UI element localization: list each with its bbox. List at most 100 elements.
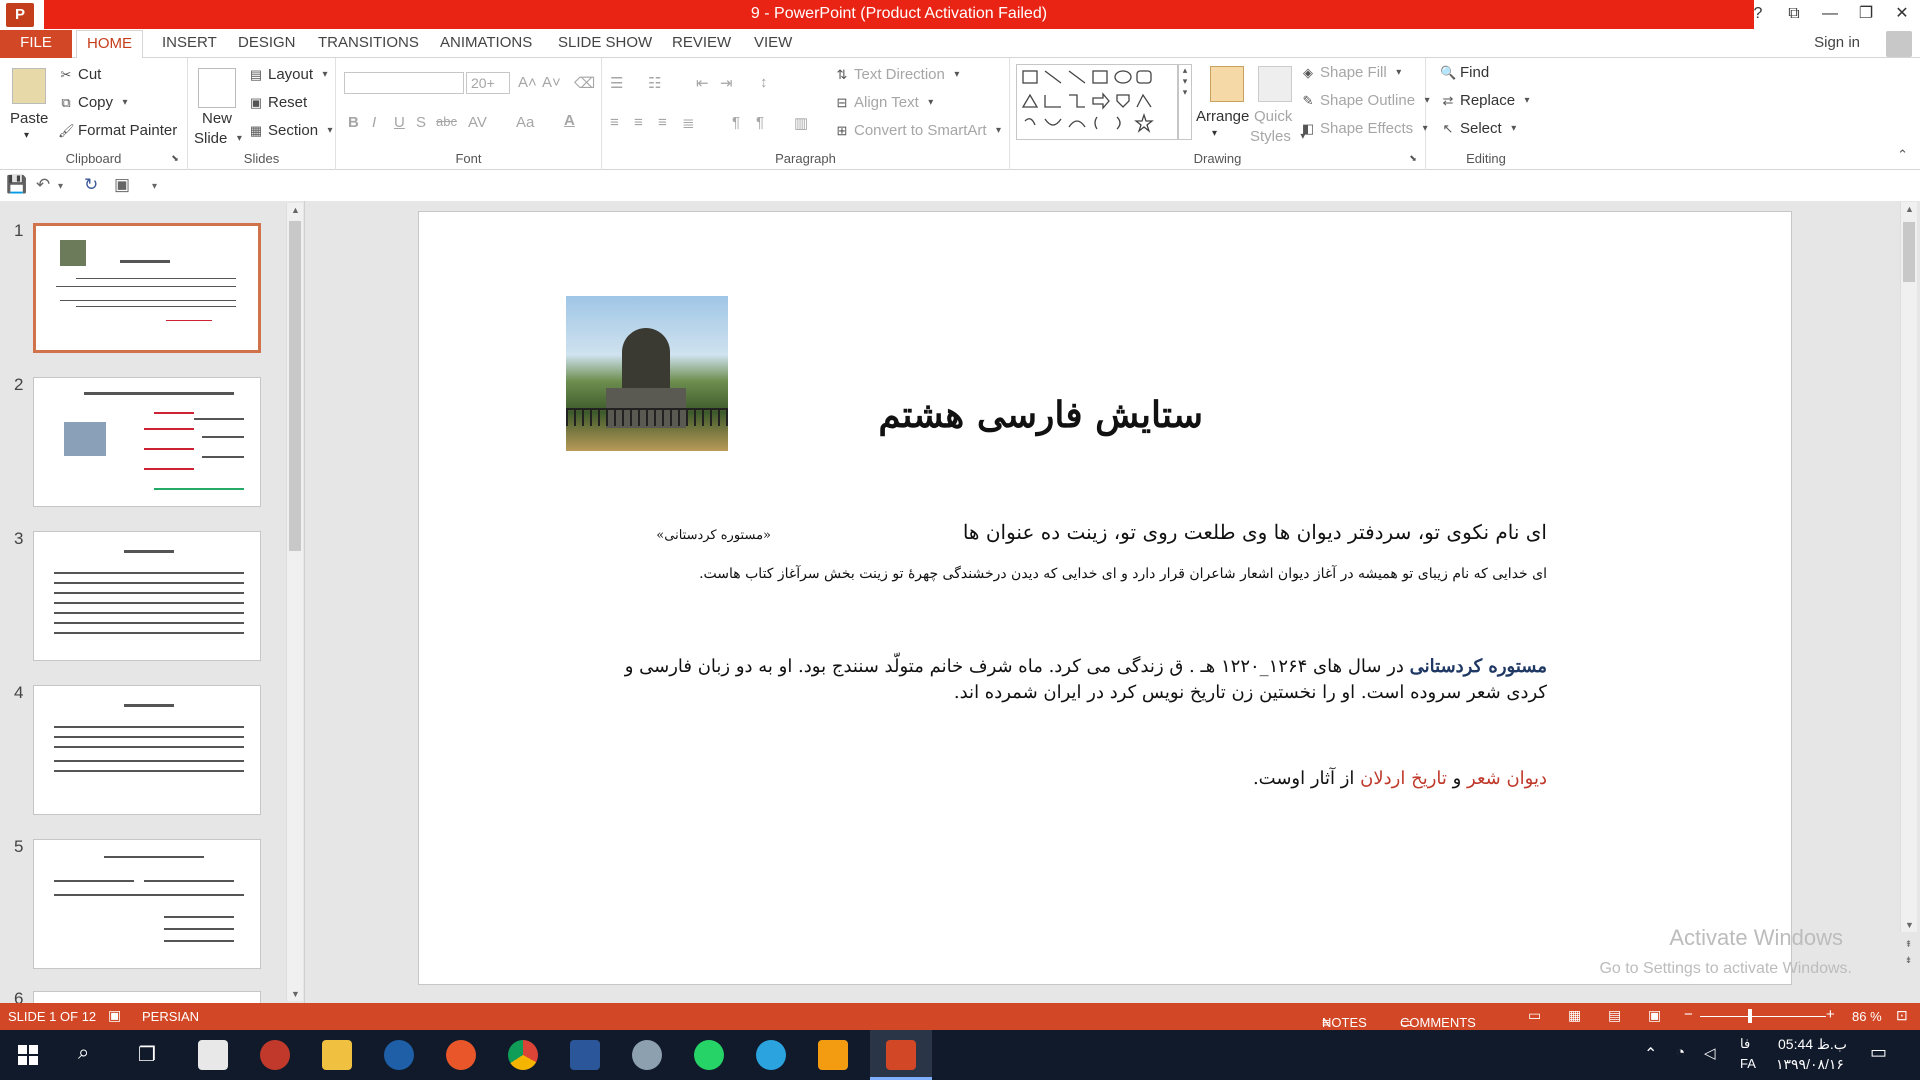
slide-thumbnail-6[interactable] <box>33 991 261 1003</box>
telegram-icon[interactable] <box>756 1040 786 1070</box>
spell-check-icon[interactable]: ▣ <box>108 1007 121 1024</box>
app-icon-2[interactable] <box>632 1040 662 1070</box>
clear-formatting-icon[interactable]: ⌫ <box>574 74 595 92</box>
thumbnail-scrollbar-thumb[interactable] <box>289 221 301 551</box>
zoom-level[interactable]: 86 % <box>1852 1009 1882 1024</box>
underline-button[interactable]: U <box>394 114 405 131</box>
copy-button[interactable]: ⧉ Copy ▾ <box>58 94 133 111</box>
collapse-ribbon-chevron-up-icon[interactable]: ⌃ <box>1897 147 1908 163</box>
strikethrough-button[interactable]: abc <box>436 114 457 129</box>
poem-attribution[interactable]: «مستوره کردستانی» <box>656 528 771 543</box>
tab-design[interactable]: DESIGN <box>228 30 306 58</box>
bold-button[interactable]: B <box>348 114 359 131</box>
paste-dropdown-chevron-down-icon[interactable]: ▾ <box>24 130 29 141</box>
character-spacing-button[interactable]: AV <box>468 114 487 131</box>
tab-animations[interactable]: ANIMATIONS <box>430 30 542 58</box>
verse-meaning[interactable]: ای خدایی که نام زیبای تو همیشه در آغاز د… <box>699 566 1547 582</box>
firefox-icon[interactable] <box>446 1040 476 1070</box>
justify-icon[interactable]: ≣ <box>682 114 695 132</box>
layout-button[interactable]: ▤ Layout ▾ <box>248 66 333 83</box>
presentation-app-icon[interactable] <box>260 1040 290 1070</box>
shadow-button[interactable]: S <box>416 114 426 131</box>
undo-dropdown-chevron-down-icon[interactable]: ▾ <box>58 181 63 192</box>
find-button[interactable]: 🔍 Find <box>1440 64 1489 81</box>
minimize-button[interactable]: — <box>1812 0 1848 30</box>
tab-home[interactable]: HOME <box>76 30 143 59</box>
media-player-icon[interactable] <box>818 1040 848 1070</box>
shape-fill-button[interactable]: ◈ Shape Fill ▾ <box>1300 64 1407 81</box>
columns-icon[interactable]: ▥ <box>794 114 808 132</box>
slide-thumbnail-2[interactable] <box>33 377 261 507</box>
shapes-gallery-scroll[interactable]: ▴ ▾ ▾ <box>1178 64 1192 140</box>
bio-paragraph-line-2[interactable]: کردی شعر سروده است. او را نخستین زن تاری… <box>954 682 1547 703</box>
chrome-icon[interactable] <box>508 1040 538 1070</box>
input-language-top[interactable]: فا <box>1740 1036 1750 1052</box>
zoom-slider-handle[interactable] <box>1748 1009 1752 1023</box>
powerpoint-taskbar-active[interactable] <box>870 1030 932 1080</box>
clock-date[interactable]: ۱۳۹۹/۰۸/۱۶ <box>1776 1056 1844 1073</box>
font-color-button[interactable]: A <box>564 112 575 129</box>
ltr-icon[interactable]: ¶ <box>732 114 740 131</box>
align-center-icon[interactable]: ≡ <box>634 114 643 131</box>
shape-outline-button[interactable]: ✎ Shape Outline ▾ <box>1300 92 1435 109</box>
paste-button[interactable]: Paste <box>10 110 48 127</box>
line-spacing-icon[interactable]: ↕ <box>760 74 768 91</box>
tab-slide-show[interactable]: SLIDE SHOW <box>548 30 662 58</box>
scroll-up-icon[interactable]: ▲ <box>1901 202 1918 216</box>
volume-icon[interactable]: ◁ <box>1704 1044 1716 1062</box>
file-explorer-icon[interactable] <box>322 1040 352 1070</box>
word-icon[interactable] <box>570 1040 600 1070</box>
whatsapp-icon[interactable] <box>694 1040 724 1070</box>
bullets-icon[interactable]: ☰ <box>610 74 623 92</box>
network-icon[interactable]: ◔ <box>1676 1044 1685 1061</box>
save-icon[interactable]: 💾 <box>6 175 27 195</box>
tab-view[interactable]: VIEW <box>744 30 802 58</box>
align-right-icon[interactable]: ≡ <box>658 114 667 131</box>
scroll-down-icon[interactable]: ▼ <box>1901 918 1918 932</box>
restore-button[interactable]: ❐ <box>1848 0 1884 30</box>
increase-indent-icon[interactable]: ⇥ <box>720 74 733 92</box>
slide-thumbnail-3[interactable] <box>33 531 261 661</box>
change-case-button[interactable]: Aa <box>516 114 534 131</box>
reset-button[interactable]: ▣ Reset <box>248 94 307 111</box>
font-size-select[interactable]: 20+ <box>466 72 510 94</box>
notifications-icon[interactable]: ▭ <box>1870 1042 1887 1063</box>
align-text-button[interactable]: ⊟ Align Text ▾ <box>834 94 939 111</box>
sign-in-link[interactable]: Sign in <box>1814 34 1860 51</box>
new-slide-button[interactable]: New <box>202 110 232 127</box>
redo-icon[interactable]: ↻ <box>84 175 98 195</box>
quick-styles-button[interactable]: Quick <box>1254 108 1292 125</box>
slide-thumbnail-4[interactable] <box>33 685 261 815</box>
tab-insert[interactable]: INSERT <box>152 30 227 58</box>
powerpoint-logo-icon[interactable]: P <box>6 3 34 27</box>
slide-scrollbar[interactable]: ▲ ▼ <box>1900 202 1917 932</box>
tab-file[interactable]: FILE <box>0 30 72 58</box>
slide-scrollbar-thumb[interactable] <box>1903 222 1915 282</box>
arrange-button[interactable]: Arrange <box>1196 108 1249 125</box>
convert-smartart-button[interactable]: ⊞ Convert to SmartArt ▾ <box>834 122 1007 139</box>
undo-icon[interactable]: ↶ <box>36 175 50 195</box>
zoom-out-button[interactable]: − <box>1684 1006 1693 1023</box>
avatar[interactable] <box>1886 31 1912 57</box>
rtl-icon[interactable]: ¶ <box>756 114 764 131</box>
bio-paragraph-line-1[interactable]: مستوره کردستانی در سال های ۱۲۶۴_۱۲۲۰ هـ … <box>625 656 1547 677</box>
slide-title[interactable]: ستایش فارسی هشتم <box>878 394 1203 436</box>
prev-next-slide-buttons[interactable]: ⇞ ⇟ <box>1900 936 1917 968</box>
language-indicator[interactable]: PERSIAN <box>142 1009 199 1024</box>
ribbon-display-options-button[interactable]: ⧉ <box>1776 0 1812 30</box>
fit-to-window-icon[interactable]: ⊡ <box>1896 1007 1908 1024</box>
windows-start-icon[interactable] <box>18 1045 38 1065</box>
decrease-indent-icon[interactable]: ⇤ <box>696 74 709 92</box>
normal-view-icon[interactable]: ▭ <box>1528 1007 1541 1024</box>
works-line[interactable]: دیوان شعر و تاریخ اردلان از آثار اوست. <box>1253 768 1547 789</box>
slide-canvas[interactable]: ستایش فارسی هشتم ای نام نکوی تو، سردفتر … <box>418 211 1792 985</box>
font-family-select[interactable] <box>344 72 464 94</box>
slide-sorter-icon[interactable]: ▦ <box>1568 1007 1581 1024</box>
numbering-icon[interactable]: ☷ <box>648 74 661 92</box>
reading-view-icon[interactable]: ▤ <box>1608 1007 1621 1024</box>
calculator-icon[interactable] <box>198 1040 228 1070</box>
grow-font-icon[interactable]: A˄ <box>518 74 537 91</box>
statue-photo[interactable] <box>566 296 728 451</box>
clock-time[interactable]: 05:44 ب.ظ <box>1778 1036 1847 1053</box>
section-button[interactable]: ▦ Section ▾ <box>248 122 338 139</box>
